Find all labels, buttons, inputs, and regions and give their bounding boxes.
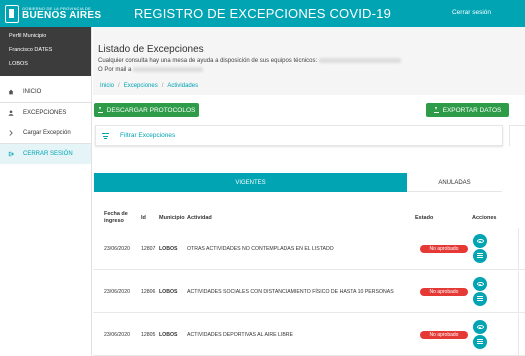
cell-municipio: LOBOS (159, 289, 178, 295)
profile-role: Perfil Municipio (9, 33, 47, 39)
table-row: 23/06/2020 12806 LOBOS ACTIVIDADES SOCIA… (93, 271, 525, 313)
table-header: Fecha de ingreso Id Municipio Actividad … (93, 207, 525, 227)
eye-icon (476, 325, 484, 329)
row-edge (518, 271, 525, 313)
list-icon (477, 296, 483, 302)
mail-text: O Por mail a (98, 67, 525, 73)
cell-municipio: LOBOS (159, 332, 178, 338)
mail-text-label: O Por mail a (98, 67, 132, 74)
status-badge: No aprobado (420, 331, 468, 339)
sidebar-item-cerrar-sesion[interactable]: CERRAR SESIÓN (0, 144, 91, 164)
filter-label: Filtrar Excepciones (120, 132, 176, 139)
download-protocols-label: DESCARGAR PROTOCOLOS (106, 106, 196, 114)
cell-id: 12806 (141, 289, 156, 295)
help-text-label: Cualquier consulta hay una mesa de ayuda… (98, 58, 318, 65)
sidebar-item-label: EXCEPCIONES (23, 110, 67, 116)
table-row: 23/06/2020 12807 LOBOS OTRAS ACTIVIDADES… (93, 228, 525, 270)
col-acciones: Acciones (472, 215, 497, 221)
download-icon (97, 107, 103, 113)
cell-actividad: ACTIVIDADES SOCIALES CON DISTANCIAMIENTO… (187, 289, 394, 295)
list-icon (477, 253, 483, 259)
tab-vigentes[interactable]: VIGENTES (94, 173, 407, 192)
user-icon (8, 110, 14, 116)
breadcrumb-actividades[interactable]: Actividades (167, 83, 198, 89)
cell-fecha: 23/06/2020 (104, 332, 130, 338)
col-fecha-line1: Fecha de (104, 211, 128, 217)
home-icon (8, 89, 14, 95)
export-data-button[interactable]: EXPORTAR DATOS (426, 103, 509, 117)
breadcrumb-inicio[interactable]: Inicio (100, 83, 114, 89)
details-button[interactable] (473, 292, 487, 306)
status-badge: No aprobado (420, 245, 468, 253)
eye-icon (476, 282, 484, 286)
details-button[interactable] (473, 335, 487, 349)
main-content: Listado de Excepciones Cualquier consult… (93, 27, 525, 356)
sidebar-item-label: Cargar Excepción (23, 130, 71, 136)
table-row: 23/06/2020 12805 LOBOS ACTIVIDADES DEPOR… (93, 314, 525, 356)
col-municipio: Municipio (159, 215, 185, 221)
row-edge (518, 314, 525, 356)
col-actividad: Actividad (187, 215, 212, 221)
app-title: REGISTRO DE EXCEPCIONES COVID-19 (133, 6, 392, 21)
sidebar-item-cargar-excepcion[interactable]: Cargar Excepción (0, 123, 91, 143)
sidebar-item-label: INICIO (23, 89, 42, 95)
col-id: Id (141, 215, 146, 221)
sidebar-item-excepciones[interactable]: EXCEPCIONES (0, 103, 91, 123)
col-fecha-line2: ingreso (104, 218, 124, 224)
col-estado: Estado (415, 215, 434, 221)
breadcrumb-excepciones[interactable]: Excepciones (124, 83, 158, 89)
eye-icon (476, 239, 484, 243)
filter-icon (102, 133, 109, 141)
breadcrumb: Inicio / Excepciones / Actividades (100, 83, 198, 89)
top-bar: GOBIERNO DE LA PROVINCIA DE BUENOS AIRES… (0, 0, 525, 27)
profile-name: Francisco DATES (9, 47, 53, 53)
breadcrumb-separator: / (118, 83, 120, 89)
sidebar-item-inicio[interactable]: INICIO (0, 82, 91, 102)
cell-fecha: 23/06/2020 (104, 289, 130, 295)
cell-id: 12807 (141, 246, 156, 252)
help-text: Cualquier consulta hay una mesa de ayuda… (98, 58, 525, 64)
export-data-label: EXPORTAR DATOS (442, 106, 502, 114)
view-button[interactable] (473, 320, 487, 334)
view-button[interactable] (473, 234, 487, 248)
col-fecha: Fecha de ingreso (104, 211, 128, 225)
list-icon (477, 339, 483, 345)
details-button[interactable] (473, 249, 487, 263)
redacted-email (133, 67, 204, 73)
tabs: VIGENTES ANULADAS (94, 173, 502, 192)
sidebar: Perfil Municipio Francisco DATES LOBOS I… (0, 27, 92, 356)
redacted-phone (318, 58, 401, 63)
breadcrumb-separator: / (161, 83, 164, 89)
cell-id: 12805 (141, 332, 156, 338)
filter-panel[interactable]: Filtrar Excepciones (95, 125, 503, 146)
profile-panel: Perfil Municipio Francisco DATES LOBOS (0, 27, 91, 76)
row-edge (518, 228, 525, 270)
status-badge: No aprobado (420, 288, 468, 296)
sidebar-item-label: CERRAR SESIÓN (23, 151, 73, 157)
page-title: Listado de Excepciones (98, 44, 204, 55)
view-button[interactable] (473, 277, 487, 291)
cell-actividad: ACTIVIDADES DEPORTIVAS AL AIRE LIBRE (187, 332, 293, 338)
logout-link[interactable]: Cerrar sesión (452, 9, 491, 16)
download-protocols-button[interactable]: DESCARGAR PROTOCOLOS (94, 103, 199, 117)
logout-icon (8, 151, 14, 157)
tab-anuladas[interactable]: ANULADAS (407, 173, 502, 192)
side-card-edge (509, 125, 525, 146)
cell-actividad: OTRAS ACTIVIDADES NO CONTEMPLADAS EN EL … (187, 246, 334, 252)
chevron-right-icon (9, 130, 13, 136)
download-icon (433, 107, 439, 113)
cell-fecha: 23/06/2020 (104, 246, 130, 252)
cell-municipio: LOBOS (159, 246, 178, 252)
profile-municipio: LOBOS (9, 61, 28, 67)
